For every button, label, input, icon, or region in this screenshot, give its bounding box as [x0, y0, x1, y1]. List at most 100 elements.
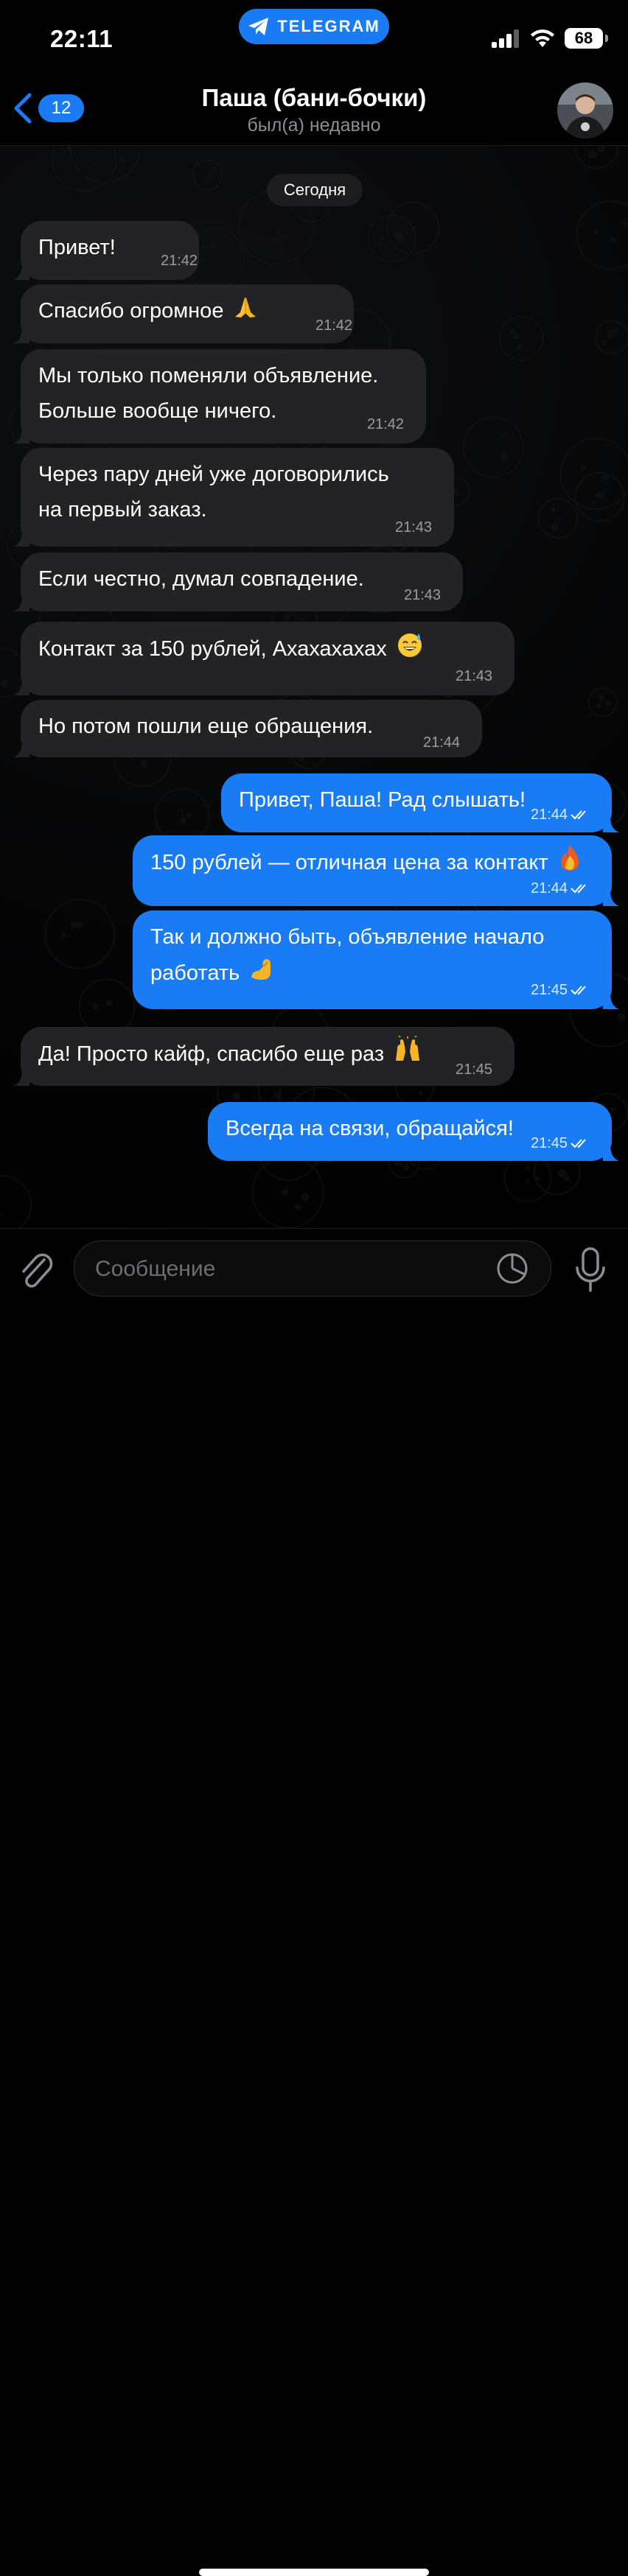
doodle-dot	[0, 680, 9, 689]
pray-emoji	[232, 293, 259, 331]
doodle-dot	[76, 921, 83, 928]
doodle-dot	[201, 243, 206, 248]
message-line: Мы только поменяли объявление.	[38, 358, 378, 393]
message-time-text: 21:43	[404, 587, 442, 603]
message-time-text: 21:44	[423, 734, 461, 751]
doodle-dot	[525, 1165, 529, 1170]
doodle-dot	[601, 473, 610, 481]
message-time-text: 21:45	[456, 1061, 493, 1078]
message-text: Так и должно быть, объявление начало рабо…	[150, 919, 544, 994]
wifi-icon	[531, 29, 554, 47]
doodle-dot	[394, 1162, 399, 1166]
doodle-dot	[201, 172, 206, 175]
doodle-dot	[186, 813, 192, 818]
message-time-text: 21:42	[161, 253, 198, 269]
outgoing-message[interactable]: Так и должно быть, объявление начало рабо…	[133, 910, 619, 1009]
doodle-dot	[617, 1013, 626, 1022]
message-text: Да! Просто кайф, спасибо еще раз	[38, 1035, 422, 1075]
message-time: 21:42	[161, 252, 198, 270]
doodle-dot	[140, 759, 148, 768]
outgoing-message[interactable]: Всегда на связи, обращайся! 21:45	[208, 1102, 619, 1161]
outgoing-message[interactable]: Привет, Паша! Рад слышать! 21:44	[221, 773, 619, 832]
battery-icon: 68	[565, 28, 608, 49]
doodle-shape	[576, 200, 628, 270]
doodle-shape	[498, 315, 545, 361]
incoming-message[interactable]: Через пару дней уже договорились на первы…	[13, 448, 454, 547]
doodle-dot	[500, 434, 505, 438]
message-line: Привет, Паша! Рад слышать!	[239, 782, 526, 818]
bubble-tail	[603, 816, 619, 832]
message-line-text: Если честно, думал совпадение.	[38, 567, 364, 591]
message-time-text: 21:42	[367, 416, 405, 432]
message-line: Привет!	[38, 230, 116, 265]
incoming-message[interactable]: Контакт за 150 рублей, Ахахахахах 21:43	[13, 622, 514, 695]
doodle-dot	[503, 432, 509, 438]
doodle-dot	[602, 340, 606, 344]
message-line: Всегда на связи, обращайся!	[226, 1111, 514, 1146]
incoming-message[interactable]: Если честно, думал совпадение. 21:43	[13, 552, 463, 611]
telegram-pill[interactable]: TELEGRAM	[239, 9, 389, 44]
doodle-dot	[402, 1164, 410, 1171]
message-line: Да! Просто кайф, спасибо еще раз	[38, 1035, 422, 1075]
raised-hands-emoji	[393, 1035, 422, 1075]
message-line-text: 150 рублей — отличная цена за контакт	[150, 851, 548, 875]
bubble-tail	[603, 993, 619, 1009]
message-line-text: Спасибо огромное	[38, 299, 224, 323]
bubble-tail	[13, 595, 29, 611]
doodle-dot	[623, 221, 627, 226]
doodle-shape	[462, 416, 525, 478]
message-line: Если честно, думал совпадение.	[38, 561, 364, 597]
doodle-dot	[118, 156, 126, 164]
avatar[interactable]	[557, 83, 613, 138]
doodle-dot	[377, 242, 383, 248]
bubble-tail	[603, 890, 619, 906]
doodle-dot	[516, 343, 523, 351]
doodle-shape	[503, 1154, 552, 1202]
incoming-message[interactable]: Да! Просто кайф, спасибо еще раз 21:45	[13, 1027, 514, 1086]
message-time: 21:43	[456, 667, 492, 685]
doodle-dot	[380, 235, 385, 241]
message-field[interactable]	[74, 1240, 551, 1297]
message-time: 21:43	[395, 519, 432, 536]
doodle-dot	[509, 328, 515, 334]
message-text: Спасибо огромное	[38, 293, 259, 331]
sweat-smile-emoji	[396, 631, 424, 670]
message-input[interactable]	[94, 1241, 480, 1297]
doodle-dot	[61, 933, 66, 938]
microphone-icon[interactable]	[573, 1246, 607, 1295]
doodle-dot	[597, 694, 604, 701]
incoming-message[interactable]: Спасибо огромное 21:42	[13, 284, 354, 343]
doodle-dot	[579, 464, 587, 471]
chat-title[interactable]: Паша (бани-бочки)	[0, 84, 628, 112]
message-text: Через пару дней уже договорились на первы…	[38, 457, 389, 527]
message-text: Всегда на связи, обращайся!	[226, 1111, 514, 1146]
message-line: 150 рублей — отличная цена за контакт	[150, 844, 582, 883]
doodle-dot	[284, 614, 290, 621]
doodle-dot	[105, 161, 109, 164]
message-line-text: Так и должно быть, объявление начало	[150, 925, 545, 949]
bubble-tail	[13, 264, 29, 280]
doodle-dot	[600, 480, 604, 483]
paperclip-icon[interactable]	[18, 1249, 55, 1294]
message-time-text: 21:44	[531, 880, 568, 896]
incoming-message[interactable]: Но потом пошли еще обращения. 21:44	[13, 700, 482, 757]
doodle-dot	[551, 523, 559, 532]
bubble-tail	[13, 530, 29, 547]
doodle-shape	[44, 898, 116, 969]
doodle-dot	[588, 150, 597, 159]
doodle-dot	[596, 703, 601, 709]
doodle-shape	[192, 159, 223, 191]
incoming-message[interactable]: Мы только поменяли объявление. Больше воо…	[13, 349, 426, 443]
message-text: Мы только поменяли объявление. Больше воо…	[38, 358, 378, 429]
sticker-icon[interactable]	[496, 1252, 528, 1285]
outgoing-message[interactable]: 150 рублей — отличная цена за контакт 21:…	[133, 835, 619, 906]
incoming-message[interactable]: Привет! 21:42	[13, 221, 199, 280]
doodle-dot	[534, 1176, 540, 1182]
bubble-tail	[13, 679, 29, 695]
message-time: 21:45	[456, 1061, 492, 1078]
doodle-dot	[613, 328, 619, 334]
doodle-shape	[537, 497, 579, 538]
message-time: 21:42	[367, 415, 404, 433]
doodle-dot	[594, 230, 599, 234]
message-line: Спасибо огромное	[38, 293, 259, 331]
